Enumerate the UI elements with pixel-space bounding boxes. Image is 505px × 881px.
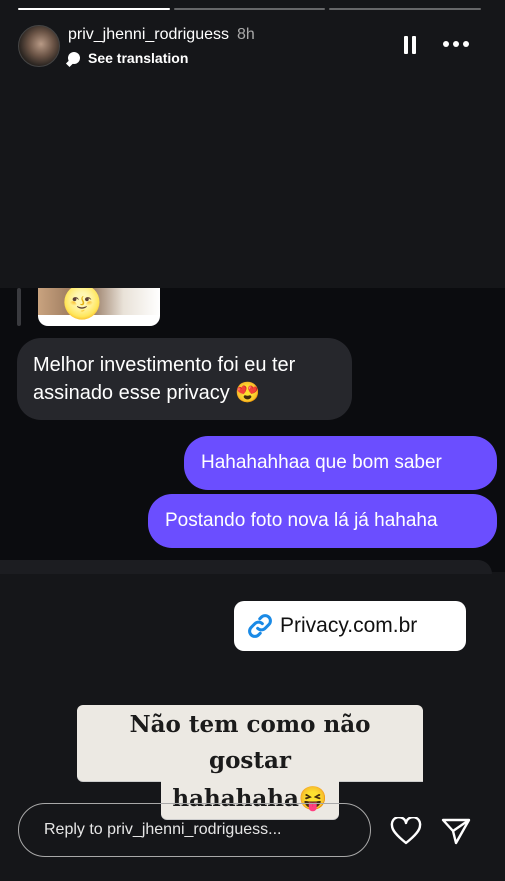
progress-segment	[329, 8, 482, 10]
progress-segment	[18, 8, 170, 10]
outgoing-message: Postando foto nova lá já hahaha	[148, 494, 497, 548]
username[interactable]: priv_jhenni_rodriguess 8h	[68, 26, 255, 44]
progress-segment	[173, 8, 326, 10]
shared-photo-thumbnail: 🌝	[38, 288, 160, 326]
more-options-icon[interactable]	[443, 39, 469, 49]
story-age: 8h	[236, 26, 255, 43]
translation-bubble-icon	[68, 52, 80, 64]
heart-icon[interactable]	[390, 817, 422, 845]
avatar[interactable]	[18, 25, 60, 67]
caption-line: Não tem como não gostar	[77, 705, 423, 781]
reply-input[interactable]: Reply to priv_jhenni_rodriguess...	[18, 803, 371, 857]
chat-screenshot: 🌝 Melhor investimento foi eu ter assinad…	[0, 288, 505, 574]
link-sticker-text: Privacy.com.br	[280, 614, 418, 637]
link-sticker[interactable]: Privacy.com.br	[234, 601, 466, 651]
see-translation-label: See translation	[88, 50, 189, 66]
full-moon-face-emoji: 🌝	[62, 288, 102, 320]
caption-sticker: Não tem como não gostar hahahaha😝	[77, 705, 423, 819]
outgoing-message: Hahahahhaa que bom saber	[184, 436, 497, 490]
link-icon	[248, 614, 272, 638]
story-viewer[interactable]: priv_jhenni_rodriguess 8h See translation…	[0, 0, 505, 881]
see-translation-button[interactable]: See translation	[68, 50, 188, 66]
pause-icon[interactable]	[403, 36, 417, 54]
story-progress-bar	[18, 8, 482, 10]
send-icon[interactable]	[440, 816, 472, 846]
cropped-bubble-edge	[0, 560, 492, 574]
story-header: priv_jhenni_rodriguess 8h See translation	[18, 24, 488, 68]
reply-indicator-line	[17, 288, 21, 326]
incoming-message: Melhor investimento foi eu ter assinado …	[17, 338, 352, 420]
